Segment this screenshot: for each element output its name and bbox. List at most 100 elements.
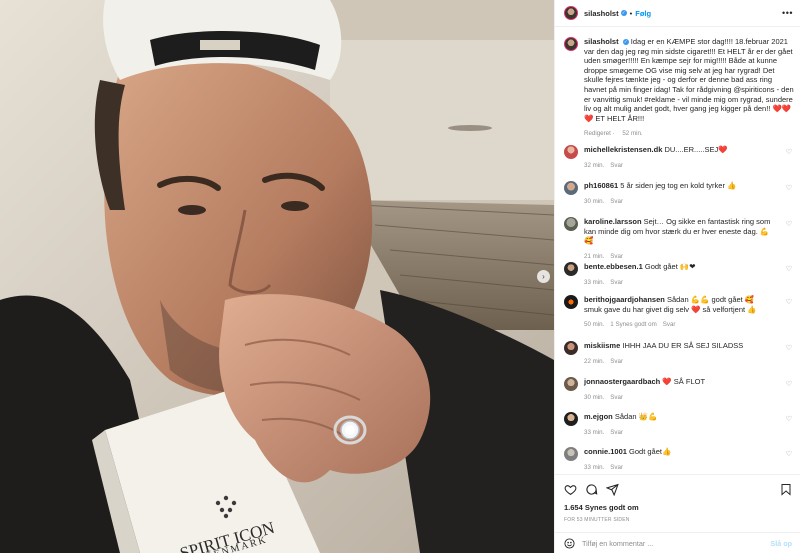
heart-icon[interactable] — [564, 483, 577, 496]
comment-item: jonnaostergaardbach ❤️ SÅ FLOT 30 min. Sv… — [564, 377, 794, 402]
comment-like-heart-icon[interactable]: ♡ — [786, 344, 792, 352]
owner-avatar[interactable] — [564, 6, 578, 20]
caption-edited: Redigeret — [584, 130, 611, 138]
comment-reply-button[interactable]: Svar — [610, 198, 623, 205]
verified-badge-icon: ✓ — [620, 10, 627, 16]
comment-avatar[interactable] — [564, 447, 578, 461]
comment-text: Godt gået 🙌❤ — [644, 262, 696, 271]
comment-item: miskiisme IHHH JAA DU ER SÅ SEJ SILADSS … — [564, 341, 794, 366]
comment-like-heart-icon[interactable]: ♡ — [786, 265, 792, 273]
comment-avatar[interactable] — [564, 412, 578, 426]
comment-avatar[interactable] — [564, 181, 578, 195]
comment-input[interactable] — [582, 538, 752, 548]
post-actions: 1.654 Synes godt om FOR 53 MINUTTER SIDE… — [555, 474, 800, 532]
comment-text: 5 år siden jeg tog en kold tyrker 👍 — [620, 181, 737, 190]
comments-list[interactable]: silasholst ✓ Idag er en KÆMPE stor dag!!… — [555, 27, 800, 474]
comment-text: Godt gået👍 — [629, 447, 672, 456]
post-time-ago: FOR 53 MINUTTER SIDEN — [564, 517, 630, 523]
comment-username[interactable]: karoline.larsson — [584, 217, 642, 226]
comment-username[interactable]: berithojgaardjohansen — [584, 295, 665, 304]
share-icon[interactable] — [606, 483, 619, 496]
comment-reply-button[interactable]: Svar — [610, 162, 623, 169]
comment-username[interactable]: michellekristensen.dk — [584, 145, 662, 154]
comment-meta: 30 min. Svar — [584, 197, 774, 207]
comment-username[interactable]: jonnaostergaardbach — [584, 377, 660, 386]
caption-text: Idag er en KÆMPE stor dag!!!! 18.februar… — [584, 37, 794, 123]
verified-badge-icon: ✓ — [622, 39, 629, 46]
comment-reply-button[interactable]: Svar — [663, 321, 676, 328]
caption-avatar[interactable] — [564, 37, 578, 51]
comment-text: IHHH JAA DU ER SÅ SEJ SILADSS — [622, 341, 744, 350]
comment-meta: 33 min. Svar — [584, 428, 774, 438]
comment-time: 21 min. — [584, 252, 605, 260]
comment-username[interactable]: ph160861 — [584, 181, 618, 190]
comment-meta: 33 min. Svar — [584, 463, 774, 473]
post-photo[interactable]: SPIRIT ICON DENMARK › — [0, 0, 554, 553]
comment-item: connie.1001 Godt gået👍 33 min. Svar ♡ — [564, 447, 794, 472]
comment-like-heart-icon[interactable]: ♡ — [786, 415, 792, 423]
comment-avatar[interactable] — [564, 262, 578, 276]
comment-likes-count[interactable]: 1 Synes godt om — [610, 321, 656, 328]
comment-meta: 30 min. Svar — [584, 393, 774, 403]
comment-like-heart-icon[interactable]: ♡ — [786, 148, 792, 156]
comment-item: bente.ebbesen.1 Godt gået 🙌❤ 33 min. Svar… — [564, 262, 794, 287]
comment-text: Sådan 👑💪 — [614, 412, 658, 421]
comment-item: michellekristensen.dk DU....ER.....SEJ❤️… — [564, 145, 794, 170]
post-side-panel: silasholst ✓ • Følg ••• silasholst ✓ Ida… — [554, 0, 800, 553]
owner-username[interactable]: silasholst — [584, 9, 619, 18]
comment-like-heart-icon[interactable]: ♡ — [786, 450, 792, 458]
comment-like-heart-icon[interactable]: ♡ — [786, 298, 792, 306]
comment-like-heart-icon[interactable]: ♡ — [786, 184, 792, 192]
follow-button[interactable]: Følg — [635, 9, 651, 18]
comment-avatar[interactable] — [564, 145, 578, 159]
comment-like-heart-icon[interactable]: ♡ — [786, 380, 792, 388]
post-modal: SPIRIT ICON DENMARK › silasholst ✓ • Føl… — [0, 0, 800, 553]
caption-meta: Redigeret · 52 min. — [584, 130, 643, 138]
header-separator: • — [629, 8, 633, 18]
comment-icon[interactable] — [585, 483, 598, 496]
more-horizontal-icon[interactable]: ••• — [782, 8, 793, 18]
comment-time: 30 min. — [584, 197, 605, 205]
comment-username[interactable]: miskiisme — [584, 341, 620, 350]
comment-text: ❤️ SÅ FLOT — [662, 377, 706, 386]
comment-meta: 32 min. Svar — [584, 161, 774, 171]
comment-reply-button[interactable]: Svar — [610, 464, 623, 471]
comment-time: 33 min. — [584, 463, 605, 471]
comment-time: 33 min. — [584, 278, 605, 286]
next-photo-button[interactable]: › — [537, 270, 550, 283]
comment-time: 22 min. — [584, 357, 605, 365]
photo-illustration: SPIRIT ICON DENMARK — [0, 0, 554, 553]
add-comment-bar: Slå op — [555, 532, 800, 553]
comment-time: 32 min. — [584, 161, 605, 169]
comment-avatar[interactable] — [564, 217, 578, 231]
comment-time: 50 min. — [584, 321, 605, 329]
emoji-icon[interactable] — [564, 537, 575, 549]
comment-reply-button[interactable]: Svar — [610, 253, 623, 260]
post-header: silasholst ✓ • Følg ••• — [555, 0, 800, 27]
comment-reply-button[interactable]: Svar — [610, 429, 623, 436]
comment-time: 33 min. — [584, 428, 605, 436]
chevron-right-icon: › — [542, 271, 545, 281]
comment-like-heart-icon[interactable]: ♡ — [786, 220, 792, 228]
comment-text: DU....ER.....SEJ❤️ — [664, 145, 728, 154]
comment-item: karoline.larsson Sejt… Og sikke en fanta… — [564, 217, 794, 261]
post-caption: silasholst ✓ Idag er en KÆMPE stor dag!!… — [564, 37, 794, 139]
comment-username[interactable]: m.ejgon — [584, 412, 613, 421]
comment-avatar[interactable] — [564, 377, 578, 391]
comment-username[interactable]: connie.1001 — [584, 447, 627, 456]
caption-username[interactable]: silasholst — [584, 37, 619, 46]
post-comment-button[interactable]: Slå op — [770, 539, 792, 548]
comment-reply-button[interactable]: Svar — [610, 279, 623, 286]
comment-item: m.ejgon Sådan 👑💪 33 min. Svar ♡ — [564, 412, 794, 437]
comment-time: 30 min. — [584, 393, 605, 401]
comment-avatar[interactable] — [564, 295, 578, 309]
comment-avatar[interactable] — [564, 341, 578, 355]
comment-reply-button[interactable]: Svar — [610, 358, 623, 365]
bookmark-icon[interactable] — [779, 483, 792, 496]
caption-time: 52 min. — [622, 130, 643, 138]
comment-item: berithojgaardjohansen Sådan 💪💪 godt gået… — [564, 295, 794, 330]
comment-username[interactable]: bente.ebbesen.1 — [584, 262, 643, 271]
comment-meta: 33 min. Svar — [584, 278, 774, 288]
comment-reply-button[interactable]: Svar — [610, 394, 623, 401]
likes-count[interactable]: 1.654 Synes godt om — [564, 503, 639, 512]
